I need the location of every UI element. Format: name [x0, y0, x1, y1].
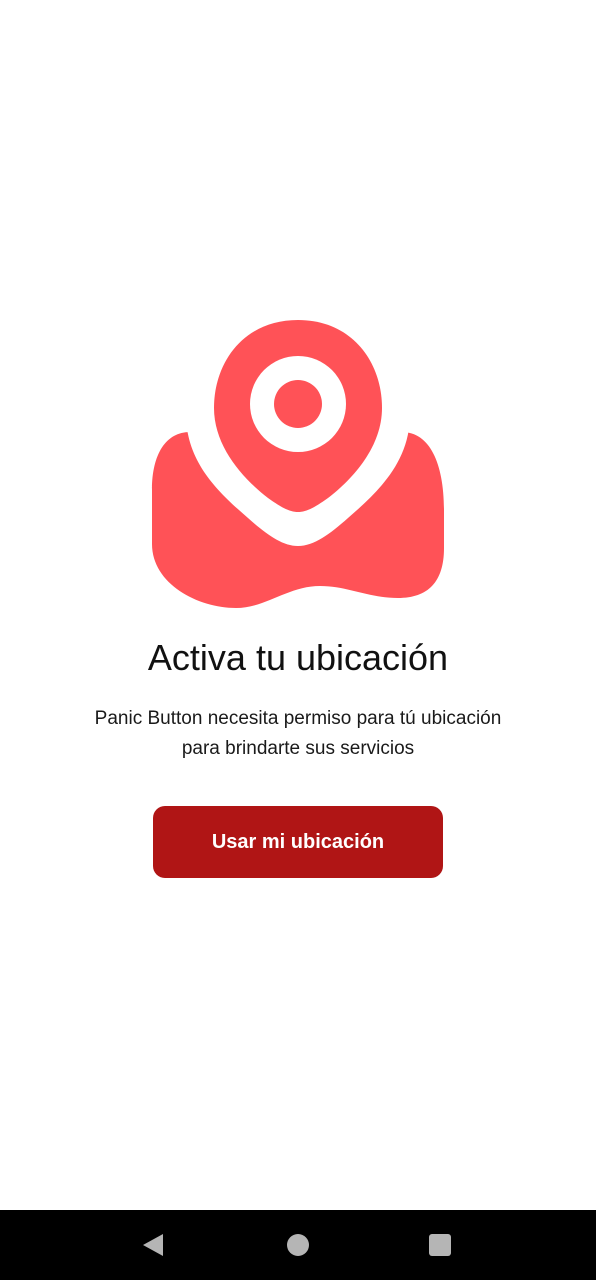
recents-square-icon — [429, 1234, 451, 1256]
permission-description: Panic Button necesita permiso para tú ub… — [60, 704, 536, 764]
system-navigation-bar — [0, 1210, 596, 1280]
description-line-1: Panic Button necesita permiso para tú ub… — [94, 708, 502, 729]
home-circle-icon — [287, 1234, 309, 1256]
description-line-2: para brindarte sus servicios — [181, 738, 415, 759]
recents-button[interactable] — [425, 1230, 455, 1260]
home-button[interactable] — [283, 1230, 313, 1260]
location-pin-map-icon — [148, 306, 448, 614]
back-button[interactable] — [138, 1230, 168, 1260]
back-triangle-icon — [143, 1234, 163, 1256]
page-title: Activa tu ubicación — [147, 637, 449, 678]
location-permission-screen: Activa tu ubicación Panic Button necesit… — [0, 0, 596, 1280]
use-my-location-button[interactable]: Usar mi ubicación — [153, 806, 443, 878]
